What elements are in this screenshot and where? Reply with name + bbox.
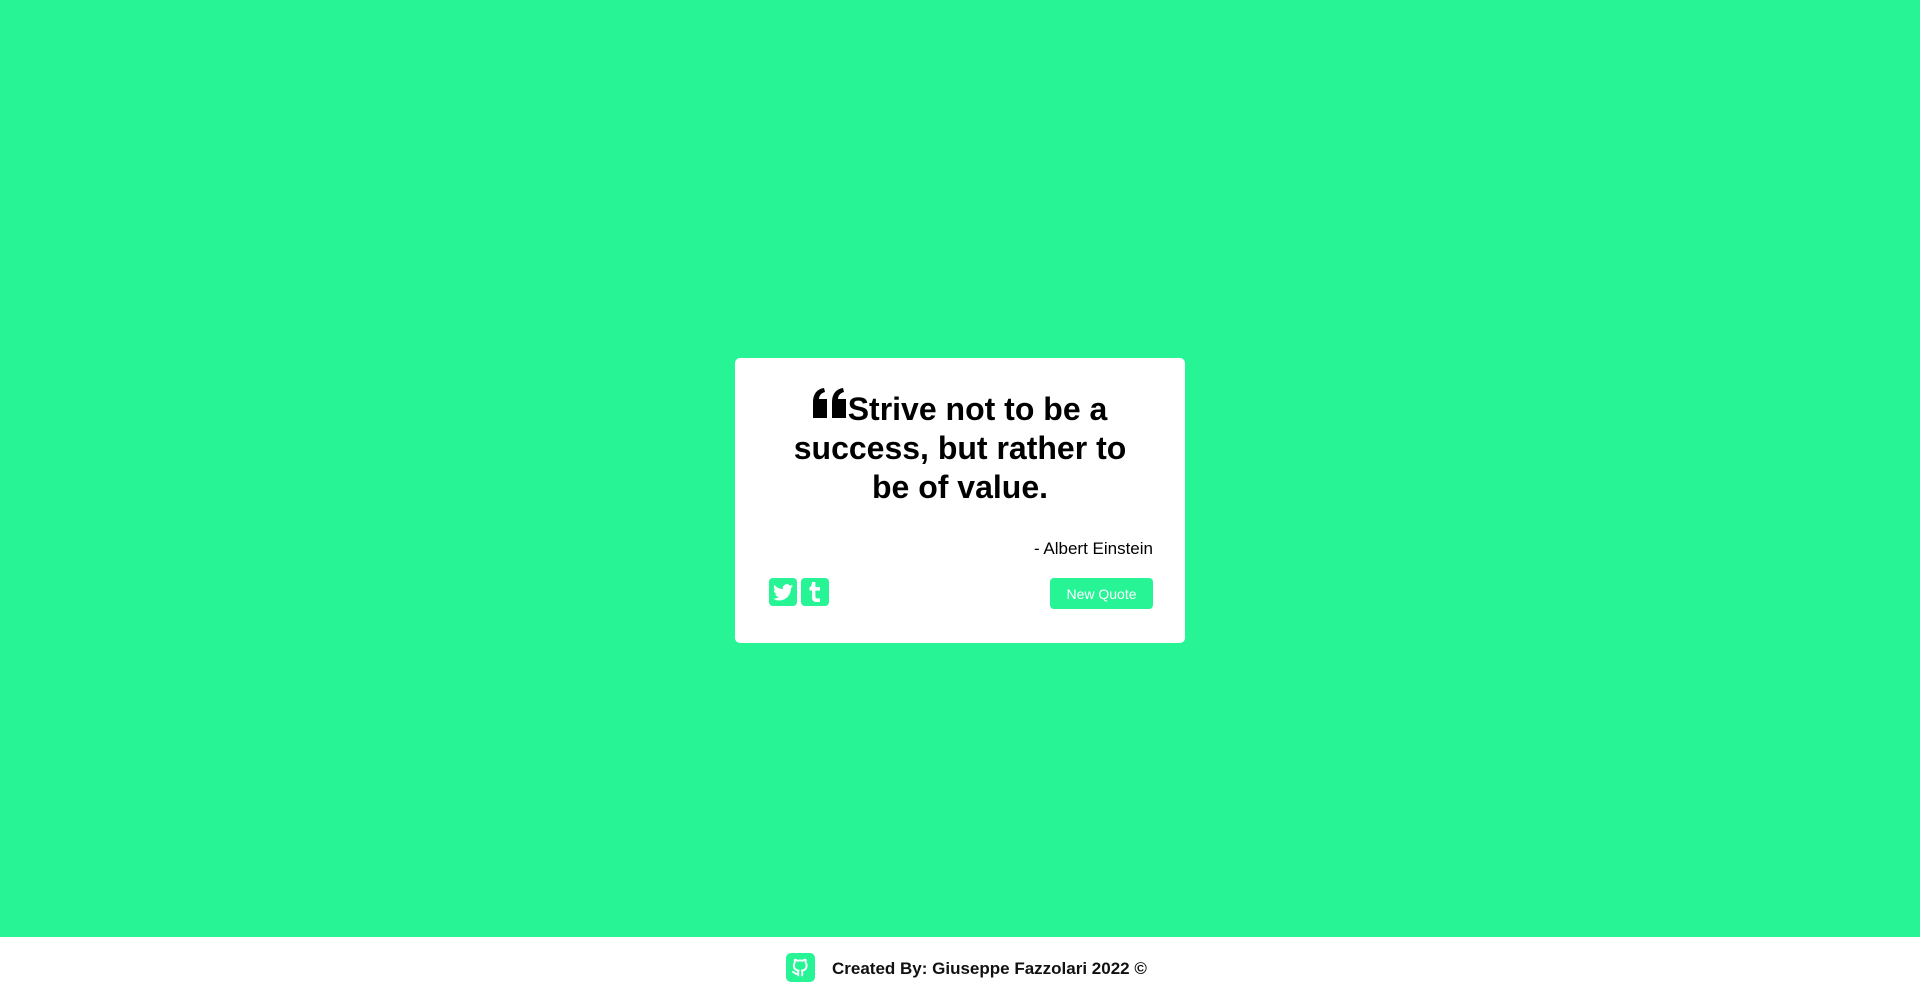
tweet-quote-button[interactable]: [769, 578, 797, 606]
github-icon: [792, 958, 808, 977]
share-buttons: [769, 578, 829, 606]
footer-credit: Created By: Giuseppe Fazzolari 2022 ©: [832, 959, 1147, 978]
quote-box: Strive not to be a success, but rather t…: [735, 358, 1185, 643]
new-quote-button[interactable]: New Quote: [1050, 578, 1153, 609]
github-link[interactable]: [786, 953, 815, 982]
quote-page-background: Strive not to be a success, but rather t…: [0, 0, 1920, 937]
quote-text-block: Strive not to be a success, but rather t…: [775, 388, 1145, 507]
tumblr-icon: [809, 582, 820, 602]
quote-left-icon: [812, 388, 847, 418]
quote-author: - Albert Einstein: [1033, 539, 1153, 558]
tumblr-quote-button[interactable]: [801, 578, 829, 606]
twitter-icon: [773, 583, 793, 600]
footer: Created By: Giuseppe Fazzolari 2022 ©: [0, 937, 1920, 999]
